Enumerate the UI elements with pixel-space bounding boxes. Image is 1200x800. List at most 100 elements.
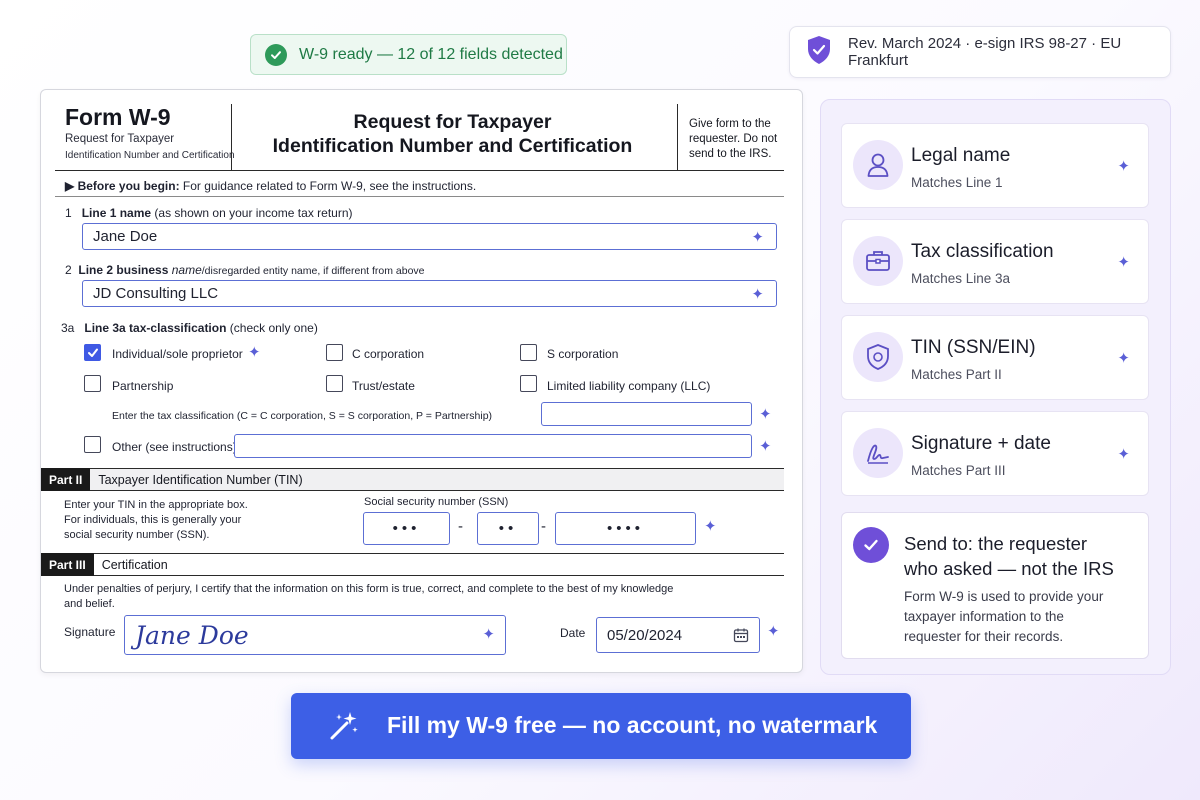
s-corp-checkbox[interactable] [520,344,537,361]
c-corp-label: C corporation [352,347,425,361]
form-subtitle-line1: Request for Taxpayer [65,133,175,145]
sparkle-icon: ✦ [248,344,261,361]
part2-description: Enter your TIN in the appropriate box. F… [64,498,248,543]
sparkle-icon: ✦ [759,406,772,423]
form-title: Request for Taxpayer Identification Numb… [231,110,674,158]
sparkle-icon: ✦ [704,518,717,535]
briefcase-icon [853,236,903,286]
check-title: Signature + date [911,433,1051,454]
shield-check-icon [806,35,832,69]
other-checkbox[interactable] [84,436,101,453]
check-subtitle: Matches Part II [911,367,1002,382]
line3a-label-rest: (check only one) [229,321,318,335]
ssn-group-input[interactable]: •• [477,512,539,545]
line3a-label-bold: Line 3a tax-classification [84,321,227,335]
business-name-input[interactable]: JD Consulting LLC ✦ [82,280,777,307]
sparkle-icon: ✦ [767,623,780,640]
date-input[interactable]: 05/20/2024 [596,617,760,653]
check-card-signature: Signature + date Matches Part III ✦ [841,411,1149,496]
signature-value: Jane Doe [135,620,249,650]
signature-field[interactable]: Jane Doe ✦ [124,615,506,655]
check-circle-icon [853,527,889,563]
send-body-line1: Form W-9 is used to provide your [904,589,1104,604]
shield-lock-icon [853,332,903,382]
llc-label: Limited liability company (LLC) [547,379,711,393]
check-subtitle: Matches Line 1 [911,175,1003,190]
part2-desc-line1: Enter your TIN in the appropriate box. [64,499,248,511]
check-subtitle: Matches Line 3a [911,271,1011,286]
signature-label: Signature [64,625,116,639]
check-title: Legal name [911,145,1011,166]
check-card-tax-classification: Tax classification Matches Line 3a ✦ [841,219,1149,304]
before-you-begin: ▶ Before you begin: For guidance related… [65,179,476,193]
signature-icon [853,428,903,478]
send-title-line1: Send to: the requester [904,533,1088,554]
fields-detected-text: W-9 ready — 12 of 12 fields detected [299,45,563,63]
sparkle-icon: ✦ [751,286,764,303]
individual-label: Individual/sole proprietor [112,347,243,361]
sparkle-icon: ✦ [1117,158,1130,175]
certification-text: Under penalties of perjury, I certify th… [64,582,764,612]
verification-panel: Legal name Matches Line 1 ✦ Tax classifi… [820,99,1171,675]
form-title-line2: Identification Number and Certification [272,135,633,157]
date-label: Date [560,626,586,640]
give-line2: requester. Do not [689,133,778,145]
line2-num: 2 [65,263,72,277]
llc-classification-input[interactable] [541,402,752,426]
s-corp-label: S corporation [547,347,619,361]
ssn-area-input[interactable]: ••• [363,512,450,545]
part2-title: Taxpayer Identification Number (TIN) [98,472,303,487]
date-value: 05/20/2024 [607,626,683,644]
fill-w9-label: Fill my W-9 free — no account, no waterm… [387,712,878,738]
check-title: TIN (SSN/EIN) [911,337,1036,358]
legal-name-input[interactable]: Jane Doe ✦ [82,223,777,250]
line2-label-bold: Line 2 business [78,263,172,277]
sparkle-icon: ✦ [759,438,772,455]
part2-header: Part II Taxpayer Identification Number (… [41,468,784,491]
rule [55,196,784,197]
part2-desc-line3: social security number (SSN). [64,529,210,541]
send-to-body: Form W-9 is used to provide your taxpaye… [904,587,1103,647]
sparkle-icon: ✦ [1117,446,1130,463]
check-card-legal-name: Legal name Matches Line 1 ✦ [841,123,1149,208]
fill-w9-button[interactable]: Fill my W-9 free — no account, no waterm… [291,693,911,759]
line3a-label: 3a Line 3a tax-classification (check onl… [61,321,318,335]
certification-line1: Under penalties of perjury, I certify th… [64,583,674,595]
person-icon [853,140,903,190]
line1-label-bold: Line 1 name [81,206,152,220]
llc-checkbox[interactable] [520,375,537,392]
line1-label-rest: (as shown on your income tax return) [154,206,353,220]
checkmark-icon [87,348,98,357]
c-corp-checkbox[interactable] [326,344,343,361]
send-to-card: Send to: the requester who asked — not t… [841,512,1149,659]
sparkle-icon: ✦ [1117,350,1130,367]
certification-line2: and belief. [64,598,115,610]
give-line1: Give form to the [689,118,771,130]
calendar-icon[interactable] [733,627,749,647]
partnership-checkbox[interactable] [84,375,101,392]
fields-detected-badge: W-9 ready — 12 of 12 fields detected [250,34,567,75]
line2-label-italic: name [171,263,202,277]
other-input[interactable] [234,434,752,458]
give-line3: send to the IRS. [689,148,772,160]
form-subtitle-line2: Identification Number and Certification [65,150,235,161]
ssn-dash: - [541,518,546,535]
line1-label: 1 Line 1 name (as shown on your income t… [65,206,353,220]
part2-desc-line2: For individuals, this is generally your [64,514,242,526]
legal-name-value: Jane Doe [93,228,158,245]
individual-checkbox[interactable] [84,344,101,361]
check-circle-icon [265,43,287,66]
sparkle-icon: ✦ [482,626,495,643]
check-subtitle: Matches Part III [911,463,1006,478]
part2-tag: Part II [41,468,91,491]
sparkle-icon: ✦ [1117,254,1130,271]
ssn-serial-input[interactable]: •••• [555,512,696,545]
other-label: Other (see instructions) [112,440,237,454]
partnership-label: Partnership [112,379,174,393]
trust-checkbox[interactable] [326,375,343,392]
ssn-label: Social security number (SSN) [364,496,509,508]
form-name: Form W-9 [65,104,171,130]
send-title-line2: who asked — not the IRS [904,558,1114,579]
send-body-line3: requester for their records. [904,629,1064,644]
line1-num: 1 [65,206,72,220]
